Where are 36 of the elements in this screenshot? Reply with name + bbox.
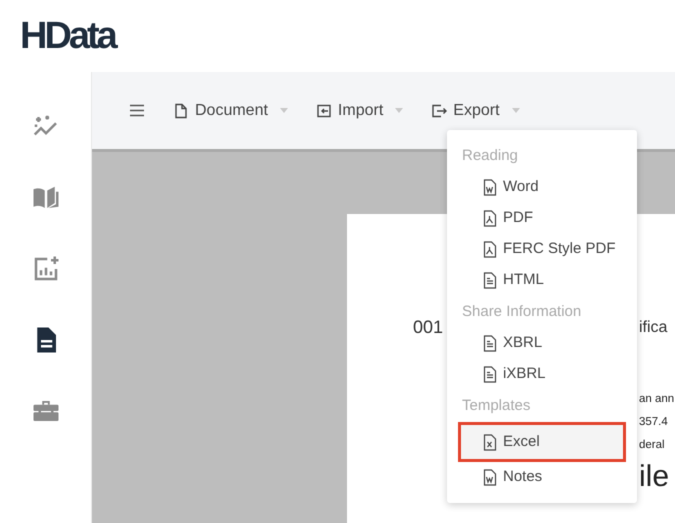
import-icon bbox=[316, 102, 332, 118]
menu-group-heading: Templates bbox=[461, 396, 530, 416]
menu-item[interactable]: Notes bbox=[447, 462, 637, 493]
word-file-icon bbox=[483, 469, 497, 486]
caret-icon bbox=[395, 108, 404, 113]
pdf-file-icon bbox=[483, 241, 497, 258]
body-text: 357.4 bbox=[639, 415, 668, 430]
text-file-icon bbox=[483, 335, 497, 352]
menu-group-heading: Reading bbox=[461, 146, 518, 166]
toolbar-menu[interactable]: Document bbox=[173, 98, 288, 122]
toolbar-menu[interactable]: Export bbox=[431, 98, 520, 122]
text-file-icon bbox=[483, 366, 497, 383]
body-text: an ann bbox=[639, 392, 674, 407]
menu-icon[interactable] bbox=[129, 104, 145, 117]
text-file-icon bbox=[483, 272, 497, 289]
export-icon bbox=[431, 102, 448, 118]
menu-item[interactable]: HTML bbox=[447, 265, 637, 296]
logo: HData bbox=[20, 17, 115, 55]
caret-icon bbox=[280, 108, 288, 113]
menu-item[interactable]: FERC Style PDF bbox=[447, 234, 637, 265]
excel-file-icon bbox=[483, 434, 497, 450]
page-heading: ile bbox=[639, 460, 670, 494]
caret-icon bbox=[512, 108, 520, 113]
section-title: ifica bbox=[639, 318, 668, 338]
menu-item[interactable]: XBRL bbox=[447, 328, 637, 359]
file-icon bbox=[173, 102, 189, 118]
menu-item[interactable]: iXBRL bbox=[447, 359, 637, 390]
menu-group-heading: Share Information bbox=[461, 302, 582, 322]
menu-item[interactable]: Word bbox=[447, 172, 637, 203]
body-text: deral bbox=[639, 438, 665, 453]
pdf-file-icon bbox=[483, 210, 497, 227]
word-file-icon bbox=[483, 179, 497, 196]
menu-item[interactable]: Excel bbox=[458, 422, 626, 462]
section-number: 001 bbox=[413, 317, 444, 337]
menu-item[interactable]: PDF bbox=[447, 203, 637, 234]
toolbar-menu[interactable]: Import bbox=[316, 98, 404, 122]
